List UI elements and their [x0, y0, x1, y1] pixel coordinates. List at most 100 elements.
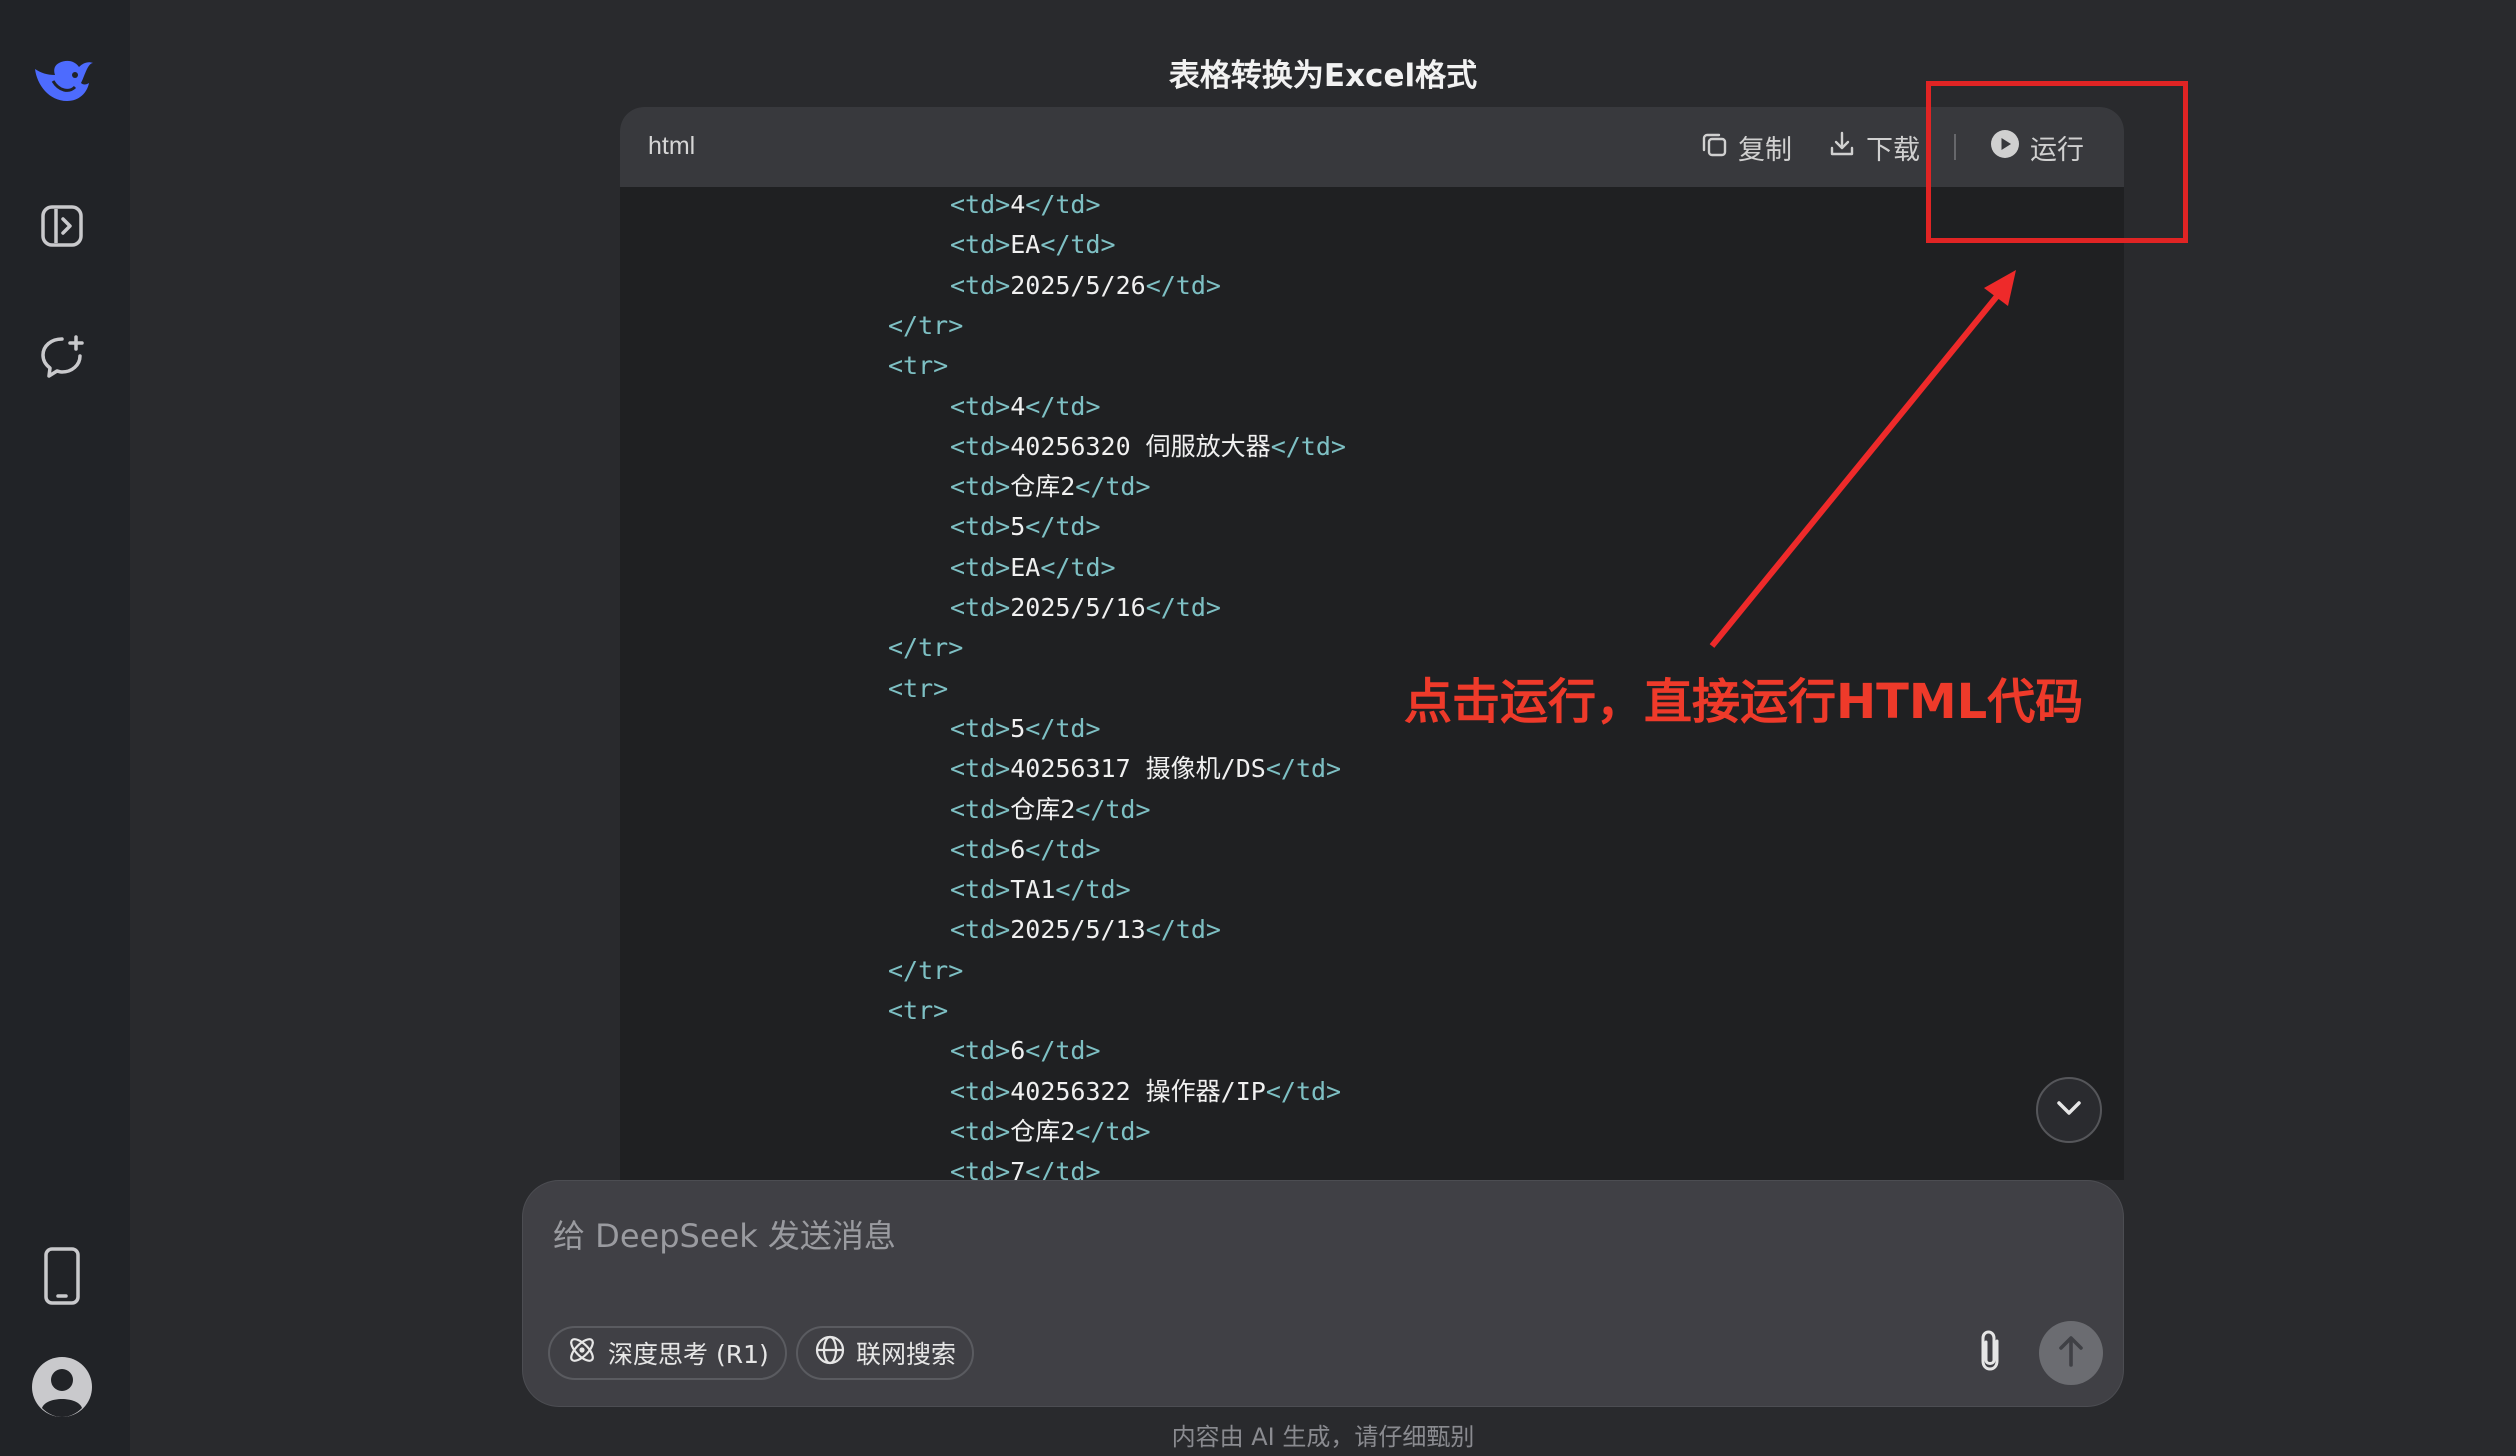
sidebar [0, 0, 130, 1456]
code-cell-value: 6 [1010, 1036, 1026, 1066]
code-cell-value: 40256320 伺服放大器 [1010, 431, 1271, 461]
code-tag-close: </td> [1040, 230, 1116, 260]
code-cell-value: 仓库2 [1010, 472, 1076, 502]
code-line: <td>40256322 操作器/IP</td> [950, 1072, 1341, 1112]
code-cell-value: EA [1010, 552, 1041, 582]
code-tag-open: <td> [950, 593, 1011, 622]
code-tag-open: <td> [950, 1036, 1011, 1066]
download-icon [1828, 130, 1856, 165]
code-cell-value: 5 [1010, 713, 1026, 743]
code-tag-close: </td> [1145, 593, 1221, 622]
code-cell-value: 4 [1010, 391, 1026, 421]
code-tag-open: <tr> [888, 351, 949, 381]
web-search-label: 联网搜索 [856, 1340, 957, 1369]
code-tag-close: </td> [1025, 834, 1101, 864]
code-tag-open: <td> [950, 190, 1011, 219]
code-line: <td>TA1</td> [950, 870, 1131, 910]
code-tag-open: <td> [950, 1116, 1011, 1146]
copy-label: 复制 [1738, 134, 1792, 166]
code-line: <td>2025/5/13</td> [950, 910, 1221, 950]
code-line: <td>6</td> [950, 830, 1101, 870]
code-language-label: html [648, 132, 696, 160]
code-cell-value: TA1 [1010, 875, 1056, 905]
code-tag-close: </td> [1025, 391, 1101, 421]
code-cell-value: 6 [1010, 834, 1026, 864]
code-tag-open: <td> [950, 552, 1011, 582]
new-chat-icon[interactable] [31, 326, 93, 388]
code-tag-open: </tr> [888, 955, 964, 985]
code-tag-open: <td> [950, 1076, 1011, 1106]
scroll-to-bottom-button[interactable] [2036, 1077, 2102, 1143]
sidebar-toggle-icon[interactable] [31, 195, 93, 257]
code-cell-value: 仓库2 [1010, 794, 1076, 824]
ai-disclaimer: 内容由 AI 生成，请仔细甄别 [1171, 1423, 1475, 1451]
code-line: <td>仓库2</td> [950, 467, 1151, 507]
code-line: <tr> [888, 346, 948, 386]
code-line: <td>5</td> [950, 507, 1101, 547]
code-line: <td>仓库2</td> [950, 790, 1151, 830]
code-tag-close: </td> [1075, 1116, 1151, 1146]
deep-think-label: 深度思考 (R1) [608, 1340, 769, 1369]
code-tag-open: <td> [950, 270, 1011, 300]
code-line: <td>6</td> [950, 1031, 1101, 1071]
code-tag-close: </td> [1075, 794, 1151, 824]
code-tag-open: <tr> [888, 673, 949, 703]
download-button[interactable]: 下载 [1828, 127, 1920, 167]
code-block: html 复制 下载 运行 <td>4</td> <td>EA</td> <td… [620, 107, 2124, 1180]
code-cell-value: 仓库2 [1010, 1116, 1076, 1146]
code-tag-close: </td> [1025, 190, 1101, 219]
user-avatar-icon[interactable] [31, 1356, 93, 1418]
deep-think-button[interactable]: 深度思考 (R1) [548, 1326, 787, 1380]
code-block-header: html 复制 下载 运行 [620, 107, 2124, 187]
code-tag-close: </td> [1025, 713, 1101, 743]
mobile-app-icon[interactable] [31, 1245, 93, 1307]
code-line: <td>4</td> [950, 187, 1101, 225]
copy-icon [1700, 130, 1728, 165]
code-tag-open: <td> [950, 754, 1011, 784]
deepseek-logo[interactable] [31, 48, 93, 110]
code-cell-value: 40256317 摄像机/DS [1010, 754, 1266, 784]
code-tag-close: </td> [1025, 1036, 1101, 1066]
code-tag-open: <td> [950, 472, 1011, 502]
code-tag-close: </td> [1270, 431, 1346, 461]
attach-button[interactable] [1965, 1326, 2015, 1380]
copy-button[interactable]: 复制 [1700, 127, 1792, 167]
code-cell-value: 40256322 操作器/IP [1010, 1076, 1266, 1106]
code-line: <td>EA</td> [950, 548, 1116, 588]
code-tag-close: </td> [1265, 1076, 1342, 1106]
code-tag-open: <td> [950, 512, 1011, 542]
code-line: <td>2025/5/26</td> [950, 266, 1221, 306]
code-tag-open: <td> [950, 915, 1011, 945]
code-tag-close: </td> [1055, 875, 1131, 905]
code-line: <td>5</td> [950, 709, 1101, 749]
code-tag-close: </td> [1265, 754, 1342, 784]
web-search-button[interactable]: 联网搜索 [796, 1326, 975, 1380]
annotation-highlight-box [1926, 81, 2188, 243]
download-label: 下载 [1866, 134, 1920, 166]
code-tag-open: <td> [950, 713, 1011, 743]
code-cell-value: 2025/5/13 [1010, 915, 1146, 945]
message-input[interactable]: 给 DeepSeek 发送消息 [553, 1211, 896, 1257]
code-cell-value: 2025/5/26 [1010, 270, 1146, 300]
arrow-up-icon [2056, 1334, 2086, 1372]
paperclip-icon [1973, 1327, 2007, 1379]
code-line: <td>40256317 摄像机/DS</td> [950, 749, 1341, 789]
code-cell-value: 5 [1010, 512, 1026, 542]
code-line: <tr> [888, 669, 948, 709]
code-tag-close: </td> [1145, 270, 1221, 300]
chevron-down-icon [2054, 1098, 2084, 1122]
code-cell-value: 7 [1010, 1157, 1026, 1180]
message-composer[interactable]: 给 DeepSeek 发送消息 深度思考 (R1) 联网搜索 [523, 1181, 2123, 1406]
code-tag-open: <td> [950, 391, 1011, 421]
code-line: </tr> [888, 628, 963, 668]
code-tag-close: </td> [1025, 1157, 1101, 1180]
code-cell-value: 2025/5/16 [1010, 593, 1146, 622]
code-line: <td>仓库2</td> [950, 1112, 1151, 1152]
code-tag-open: <td> [950, 834, 1011, 864]
code-tag-close: </td> [1040, 552, 1116, 582]
code-line: </tr> [888, 306, 963, 346]
globe-icon [814, 1334, 846, 1372]
code-tag-open: <td> [950, 875, 1011, 905]
send-button[interactable] [2039, 1321, 2103, 1385]
code-line: <tr> [888, 991, 948, 1031]
